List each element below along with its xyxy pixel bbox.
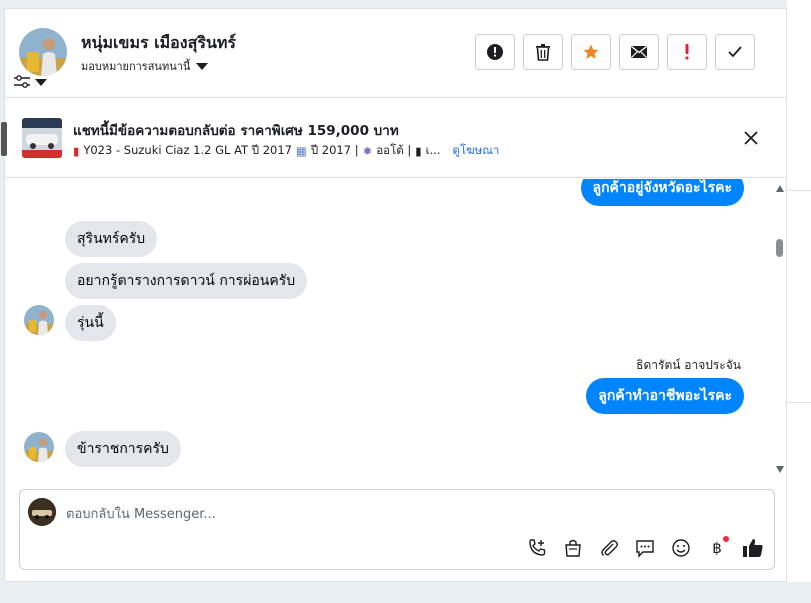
sliders-icon bbox=[14, 75, 30, 88]
scroll-up-arrow-icon[interactable] bbox=[776, 185, 784, 192]
contact-avatar-small bbox=[24, 305, 54, 335]
scroll-thumb[interactable] bbox=[776, 239, 783, 257]
page-avatar bbox=[28, 498, 56, 526]
chevron-down-icon bbox=[35, 78, 47, 86]
ad-details-transmission: ออโต้ | bbox=[376, 143, 412, 157]
follow-up-button[interactable] bbox=[667, 34, 707, 70]
message-thread[interactable]: ลูกค้าอยู่จังหวัดอะไรคะ สุรินทร์ครับ อยา… bbox=[5, 179, 788, 479]
exclamation-circle-icon bbox=[487, 44, 503, 60]
sender-name: ธิดารัตน์ อาจประจัน bbox=[636, 358, 741, 372]
ad-thumbnail[interactable] bbox=[22, 118, 62, 158]
attach-button[interactable] bbox=[597, 536, 621, 560]
envelope-icon bbox=[631, 45, 647, 58]
report-spam-button[interactable] bbox=[475, 34, 515, 70]
assign-label: มอบหมายการสนทนานี้ bbox=[81, 60, 191, 73]
left-edge-marker bbox=[1, 122, 7, 156]
view-ad-link[interactable]: ดูโฆษณา bbox=[453, 142, 500, 160]
car-icon: ▮ bbox=[73, 144, 80, 158]
chat-bubble-icon bbox=[636, 540, 654, 558]
check-icon bbox=[728, 46, 742, 58]
trash-icon bbox=[536, 44, 550, 61]
filter-dropdown[interactable] bbox=[13, 73, 53, 91]
ad-context-banner: แชทนี้มีข้อความตอบกลับต่อ ราคาพิเศษ 159,… bbox=[1, 98, 788, 178]
star-button[interactable] bbox=[571, 34, 611, 70]
assign-conversation-dropdown[interactable]: มอบหมายการสนทนานี้ bbox=[81, 57, 209, 75]
phone-plus-icon bbox=[529, 539, 546, 556]
message-incoming: รุ่นนี้ bbox=[65, 305, 116, 341]
star-icon bbox=[583, 44, 599, 59]
bottom-background bbox=[0, 582, 811, 603]
message-incoming: ข้าราชการครับ bbox=[65, 431, 181, 467]
mark-unread-button[interactable] bbox=[619, 34, 659, 70]
reply-input[interactable] bbox=[66, 504, 746, 524]
contact-avatar[interactable] bbox=[19, 28, 67, 76]
close-banner-button[interactable] bbox=[741, 128, 761, 148]
header-actions bbox=[475, 34, 755, 70]
emoji-button[interactable] bbox=[669, 536, 693, 560]
saved-replies-button[interactable] bbox=[633, 536, 657, 560]
like-button[interactable] bbox=[741, 536, 765, 560]
ad-details-model: Y023 - Suzuki Ciaz 1.2 GL AT ปี 2017 bbox=[83, 143, 292, 157]
chevron-down-icon bbox=[196, 62, 209, 70]
contact-avatar-small bbox=[24, 432, 54, 462]
message-composer: ฿ bbox=[19, 489, 775, 570]
shopping-bag-icon bbox=[565, 539, 581, 557]
baht-icon: ฿ bbox=[712, 539, 722, 557]
payment-button[interactable]: ฿ bbox=[705, 536, 729, 560]
gear-icon: ✹ bbox=[362, 144, 373, 158]
fuel-icon: ▮ bbox=[415, 144, 422, 158]
message-outgoing: ลูกค้าอยู่จังหวัดอะไรคะ bbox=[580, 179, 744, 206]
emoji-icon bbox=[672, 539, 690, 557]
composer-toolbar: ฿ bbox=[525, 536, 765, 560]
ad-details-more: เ... bbox=[425, 143, 441, 157]
message-outgoing: ลูกค้าทำอาชีพอะไรคะ bbox=[586, 378, 744, 414]
thread-scrollbar[interactable] bbox=[773, 179, 787, 479]
message-incoming: สุรินทร์ครับ bbox=[65, 221, 158, 257]
notification-dot bbox=[723, 536, 729, 542]
right-side-panel bbox=[787, 0, 811, 583]
message-incoming: อยากรู้ตารางการดาวน์ การผ่อนครับ bbox=[65, 263, 308, 299]
thumbs-up-icon bbox=[743, 539, 763, 557]
conversation-panel: หนุ่มเขมร เมืองสุรินทร์ มอบหมายการสนทนาน… bbox=[1, 8, 788, 582]
close-icon bbox=[744, 131, 758, 145]
paperclip-icon bbox=[601, 540, 618, 556]
contact-name[interactable]: หนุ่มเขมร เมืองสุรินทร์ bbox=[81, 31, 236, 56]
conversation-header: หนุ่มเขมร เมืองสุรินทร์ มอบหมายการสนทนาน… bbox=[5, 9, 788, 98]
ad-details: ▮ Y023 - Suzuki Ciaz 1.2 GL AT ปี 2017 ▦… bbox=[73, 142, 499, 160]
delete-button[interactable] bbox=[523, 34, 563, 70]
call-button[interactable] bbox=[525, 536, 549, 560]
shop-button[interactable] bbox=[561, 536, 585, 560]
exclamation-icon bbox=[685, 44, 689, 60]
ad-details-year: ปี 2017 | bbox=[310, 143, 359, 157]
scroll-down-arrow-icon[interactable] bbox=[776, 466, 784, 473]
calendar-icon: ▦ bbox=[295, 144, 307, 158]
mark-done-button[interactable] bbox=[715, 34, 755, 70]
ad-title: แชทนี้มีข้อความตอบกลับต่อ ราคาพิเศษ 159,… bbox=[73, 123, 399, 139]
